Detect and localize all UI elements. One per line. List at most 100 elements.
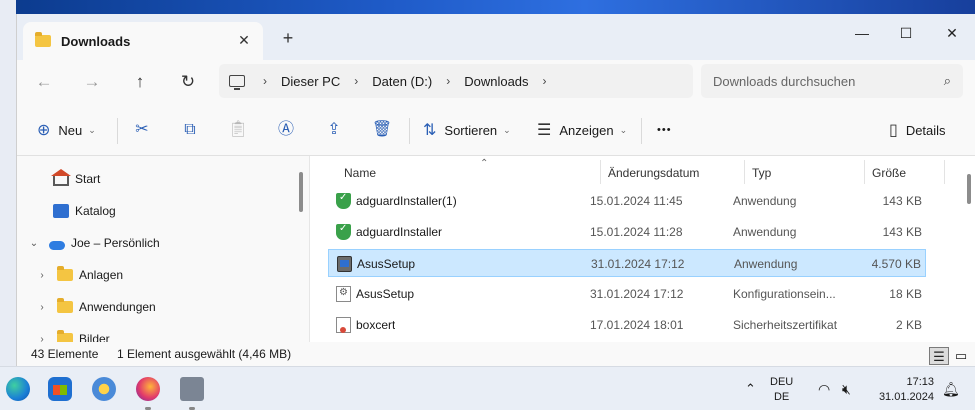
file-type: Sicherheitszertifikat [733,318,838,332]
file-date: 15.01.2024 11:45 [590,194,683,208]
item-count: 43 Elemente [31,347,99,361]
details-view-icon[interactable]: ☰ [929,347,949,365]
chevron-down-icon: ⌄ [619,124,628,135]
delete-icon[interactable]: 🗑︎ [369,118,395,142]
breadcrumb-downloads[interactable]: Downloads [464,74,528,89]
minimize-button[interactable]: — [839,18,885,48]
bell-icon[interactable]: 🔔︎ [942,381,960,410]
speaker-muted-icon[interactable]: 🔇︎ [842,381,851,410]
tiles-view-icon[interactable]: ▭ [951,347,971,365]
chevron-right-icon[interactable]: › [35,302,49,313]
taskbar: ⌃ DEU DE ◠ 🔇︎ 17:13 31.01.2024 🔔︎ [0,366,975,410]
chevron-up-icon[interactable]: ⌃ [745,381,756,410]
computer-icon [229,75,245,90]
cut-icon[interactable]: ✂ [129,118,155,142]
search-input[interactable]: Downloads durchsuchen ⌕ [701,64,963,98]
breadcrumb-chevron[interactable]: › [543,74,547,88]
language-indicator[interactable]: DEU DE [770,375,793,410]
firefox-icon[interactable] [136,377,160,401]
column-header-name[interactable]: ⌃ Name [336,158,602,186]
wifi-icon[interactable]: ◠ [818,381,830,410]
details-label: Details [905,122,946,138]
column-header-size[interactable]: Größe [864,160,944,186]
sort-ascending-icon: ⌃ [480,158,489,169]
folder-icon [57,266,73,281]
clock[interactable]: 17:13 31.01.2024 [868,375,934,410]
up-button[interactable]: ↑ [125,68,155,96]
shield-icon [336,223,351,240]
divider [409,118,410,144]
sort-button[interactable]: ⇅ Sortieren ⌄ [423,118,511,142]
search-placeholder: Downloads durchsuchen [713,73,856,89]
copy-icon[interactable]: ⧉ [177,118,203,142]
tab-downloads[interactable]: Downloads ✕ [23,22,263,60]
file-size: 4.570 KB [871,257,921,271]
file-size: 18 KB [889,287,922,301]
more-options-button[interactable]: ••• [657,118,672,142]
maximize-button[interactable]: ☐ [883,18,929,48]
sidebar-item-start[interactable]: Start [31,166,100,192]
settings-icon[interactable] [92,377,116,401]
sidebar-item-label: Bilder [79,332,110,342]
file-row[interactable]: AsusSetup 31.01.2024 17:12 Konfiguration… [328,280,926,308]
view-button[interactable]: ☰ Anzeigen ⌄ [537,118,627,142]
column-divider[interactable] [944,160,945,184]
folder-icon [57,298,73,313]
rename-icon[interactable]: Ⓐ [273,118,299,142]
view-list-icon: ☰ [537,122,552,139]
nav-scrollbar[interactable] [299,172,303,212]
file-type: Anwendung [734,257,798,271]
file-row[interactable]: boxcert 17.01.2024 18:01 Sicherheitszert… [328,311,926,339]
chevron-down-icon[interactable]: ⌄ [27,238,41,249]
file-explorer-window: Downloads ✕ + — ☐ ✕ ← → ↑ ↻ › Dieser PC … [16,14,975,366]
refresh-button[interactable]: ↻ [173,68,203,96]
view-label: Anzeigen [559,122,614,138]
breadcrumb-this-pc[interactable]: Dieser PC [281,74,340,89]
breadcrumb-chevron[interactable]: › [263,74,267,88]
file-row[interactable]: adguardInstaller 15.01.2024 11:28 Anwend… [328,218,926,246]
close-window-button[interactable]: ✕ [929,18,975,48]
file-row[interactable]: adguardInstaller(1) 15.01.2024 11:45 Anw… [328,187,926,215]
chevron-down-icon: ⌄ [88,124,96,135]
forward-button[interactable]: → [77,68,107,96]
share-icon[interactable]: ⇪ [321,118,347,142]
breadcrumb-chevron[interactable]: › [354,74,358,88]
list-scrollbar[interactable] [967,174,971,204]
divider [641,118,642,144]
tab-title: Downloads [61,33,131,49]
edge-icon[interactable] [6,377,30,401]
sidebar-item-label: Joe – Persönlich [71,236,160,250]
sidebar-item-bilder[interactable]: › Bilder [35,326,110,342]
navigation-pane: Start Katalog ⌄ Joe – Persönlich › Anlag… [17,156,309,342]
plus-circle-icon: ⊕ [37,122,51,139]
back-button[interactable]: ← [29,68,59,96]
file-date: 15.01.2024 11:28 [590,225,683,239]
sidebar-item-onedrive[interactable]: ⌄ Joe – Persönlich [27,230,160,256]
sidebar-item-anwendungen[interactable]: › Anwendungen [35,294,156,320]
file-type: Anwendung [733,225,797,239]
selection-info: 1 Element ausgewählt (4,46 MB) [117,347,292,361]
column-header-date[interactable]: Änderungsdatum [600,160,744,186]
file-date: 31.01.2024 17:12 [590,287,684,301]
installer-icon[interactable] [180,377,204,401]
details-button[interactable]: ▯ Details [889,118,946,142]
store-icon[interactable] [48,377,72,401]
gallery-icon [53,204,69,218]
chevron-right-icon[interactable]: › [35,334,49,343]
close-tab-icon[interactable]: ✕ [235,32,253,49]
new-tab-button[interactable]: + [279,28,297,49]
paste-icon[interactable]: 📋︎ [225,118,251,142]
chevron-right-icon[interactable]: › [35,270,49,281]
clock-time: 17:13 [906,376,934,388]
desktop-edge [0,0,16,370]
file-row-selected[interactable]: AsusSetup 31.01.2024 17:12 Anwendung 4.5… [328,249,926,277]
address-bar[interactable]: › Dieser PC › Daten (D:) › Downloads › [219,64,693,98]
home-icon [51,169,71,186]
sidebar-item-anlagen[interactable]: › Anlagen [35,262,123,288]
new-button[interactable]: ⊕ Neu ⌄ [37,118,96,142]
sidebar-item-katalog[interactable]: Katalog [31,198,116,224]
title-bar: Downloads ✕ + — ☐ ✕ [17,14,975,60]
column-header-type[interactable]: Typ [744,160,864,186]
breadcrumb-chevron[interactable]: › [446,74,450,88]
breadcrumb-drive-d[interactable]: Daten (D:) [372,74,432,89]
